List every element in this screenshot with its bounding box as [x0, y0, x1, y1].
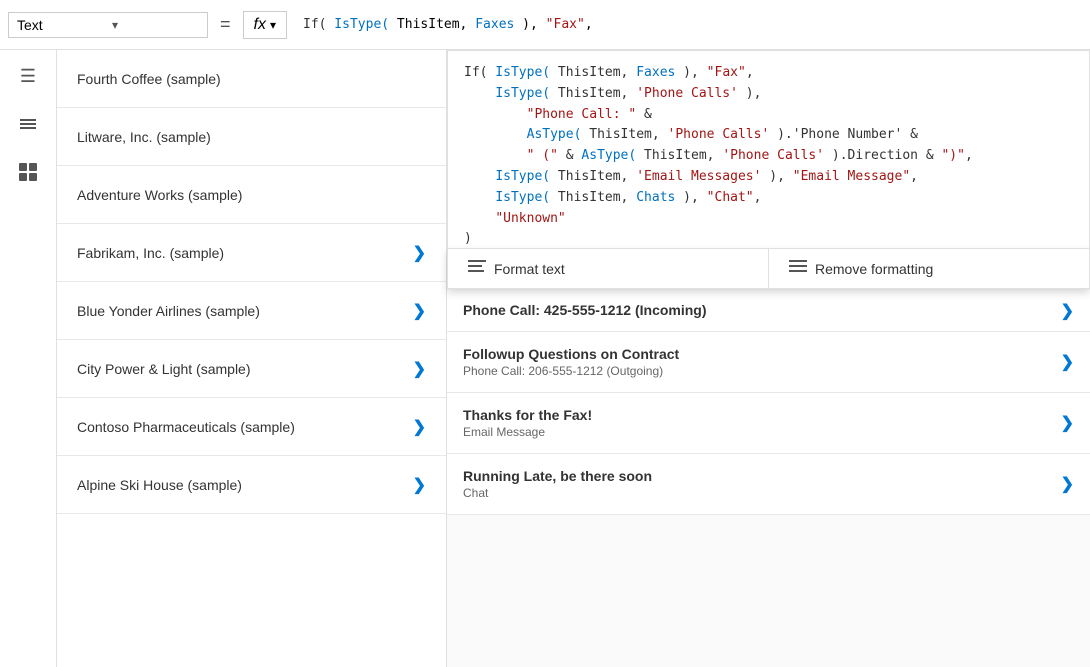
activity-title: Phone Call: 425-555-1212 (Incoming) [463, 302, 1061, 318]
activity-subtitle: Chat [463, 486, 1061, 500]
activity-content: Thanks for the Fax! Email Message [463, 407, 1061, 439]
activity-item[interactable]: Phone Call: 425-555-1212 (Incoming) ❯ [447, 290, 1090, 332]
activity-content: Running Late, be there soon Chat [463, 468, 1061, 500]
formula-bar[interactable]: If( IsType( ThisItem, Faxes ), "Fax", [295, 13, 1082, 36]
remove-formatting-icon [789, 259, 807, 278]
list-item-arrow: ❯ [413, 475, 426, 495]
field-selector-label: Text [17, 17, 104, 33]
code-editor[interactable]: If( IsType( ThisItem, Faxes ), "Fax", Is… [447, 50, 1090, 263]
list-item-arrow: ❯ [413, 301, 426, 321]
activity-arrow: ❯ [1061, 474, 1074, 494]
list-item[interactable]: Contoso Pharmaceuticals (sample) ❯ [57, 398, 446, 456]
list-item-arrow: ❯ [413, 243, 426, 263]
activity-subtitle: Phone Call: 206-555-1212 (Outgoing) [463, 364, 1061, 378]
list-item[interactable]: Blue Yonder Airlines (sample) ❯ [57, 282, 446, 340]
fx-button[interactable]: fx ▾ [243, 11, 287, 39]
activity-item[interactable]: Thanks for the Fax! Email Message ❯ [447, 393, 1090, 454]
activity-arrow: ❯ [1061, 352, 1074, 372]
activity-content: Phone Call: 425-555-1212 (Incoming) [463, 302, 1061, 320]
dropdown-menu: Format text Remove formatting [447, 248, 1090, 289]
activity-item[interactable]: Followup Questions on Contract Phone Cal… [447, 332, 1090, 393]
format-text-label: Format text [494, 261, 565, 277]
format-text-icon [468, 259, 486, 278]
list-item[interactable]: Fourth Coffee (sample) [57, 50, 446, 108]
list-item[interactable]: Alpine Ski House (sample) ❯ [57, 456, 446, 514]
activity-list: Phone Call: 425-555-1212 (Incoming) ❯ Fo… [447, 290, 1090, 667]
list-item-arrow: ❯ [413, 417, 426, 437]
main-area: Fourth Coffee (sample) Litware, Inc. (sa… [57, 50, 1090, 667]
list-item[interactable]: Fabrikam, Inc. (sample) ❯ [57, 224, 446, 282]
activity-title: Thanks for the Fax! [463, 407, 1061, 423]
list-item[interactable]: City Power & Light (sample) ❯ [57, 340, 446, 398]
list-item[interactable]: Litware, Inc. (sample) [57, 108, 446, 166]
activity-item[interactable]: Running Late, be there soon Chat ❯ [447, 454, 1090, 515]
activity-subtitle: Email Message [463, 425, 1061, 439]
field-selector[interactable]: Text ▾ [8, 12, 208, 38]
layers-icon[interactable] [14, 110, 42, 138]
fx-symbol: fx [254, 16, 266, 34]
activity-content: Followup Questions on Contract Phone Cal… [463, 346, 1061, 378]
field-selector-chevron: ▾ [112, 18, 199, 32]
activity-title: Followup Questions on Contract [463, 346, 1061, 362]
format-text-item[interactable]: Format text [448, 249, 769, 288]
equals-sign: = [216, 14, 235, 35]
grid-icon[interactable] [14, 158, 42, 186]
list-item-arrow: ❯ [413, 359, 426, 379]
right-panel: If( IsType( ThisItem, Faxes ), "Fax", Is… [447, 50, 1090, 667]
remove-formatting-label: Remove formatting [815, 261, 933, 277]
list-panel: Fourth Coffee (sample) Litware, Inc. (sa… [57, 50, 447, 667]
activity-arrow: ❯ [1061, 413, 1074, 433]
remove-formatting-item[interactable]: Remove formatting [769, 249, 1089, 288]
menu-icon[interactable]: ☰ [14, 62, 42, 90]
top-bar: Text ▾ = fx ▾ If( IsType( ThisItem, Faxe… [0, 0, 1090, 50]
activity-title: Running Late, be there soon [463, 468, 1061, 484]
activity-arrow: ❯ [1061, 301, 1074, 321]
list-item[interactable]: Adventure Works (sample) [57, 166, 446, 224]
fx-chevron: ▾ [270, 18, 276, 32]
left-sidebar: ☰ [0, 50, 57, 667]
